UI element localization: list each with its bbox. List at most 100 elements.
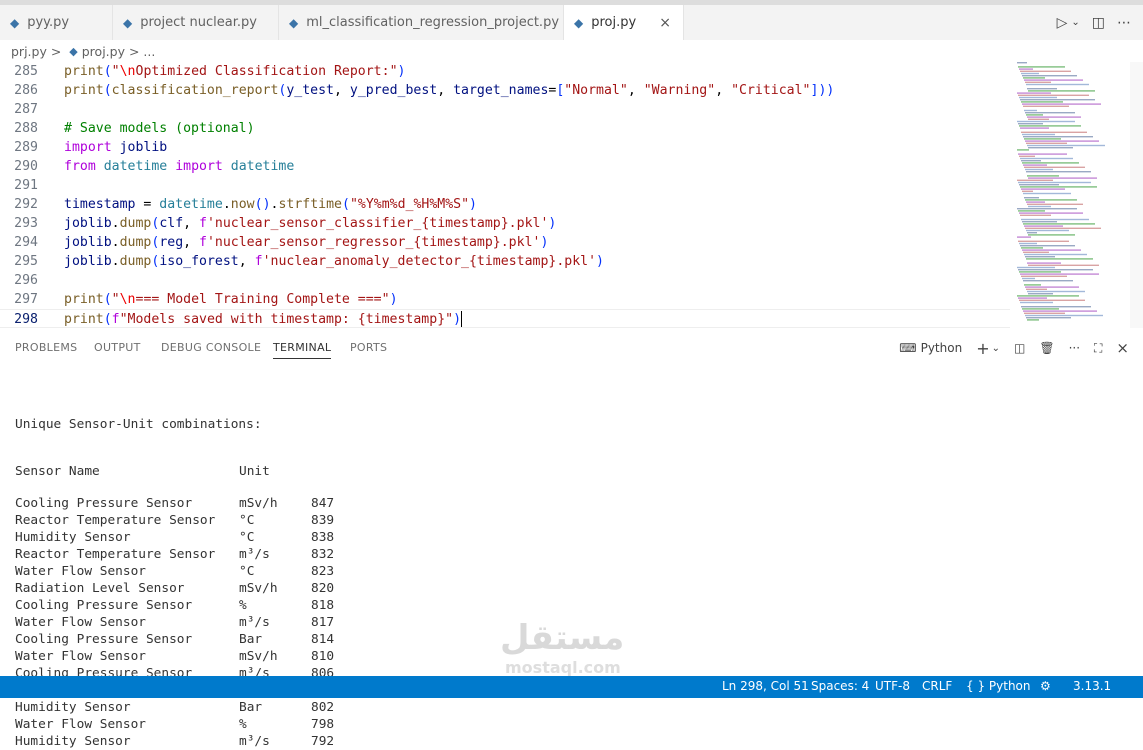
code-line[interactable]: 295 joblib.dump(iso_forest, f'nuclear_ano… (0, 252, 1010, 271)
code-line[interactable]: 293 joblib.dump(clf, f'nuclear_sensor_cla… (0, 214, 1010, 233)
line-number: 291 (14, 178, 38, 193)
minimap[interactable] (1015, 62, 1128, 328)
chevron-down-icon[interactable]: ⌄ (1071, 17, 1079, 28)
minimap-line (1019, 242, 1037, 245)
more-actions-icon[interactable]: ⋯ (1117, 15, 1131, 31)
minimap-line (1024, 312, 1065, 314)
code-line[interactable]: 292 timestamp = datetime.now().strftime("… (0, 195, 1010, 214)
code-line[interactable]: 289 import joblib (0, 138, 1010, 157)
code-line[interactable]: 291 (0, 176, 1010, 195)
terminal-row: Cooling Pressure Sensor mSv/h 847 (15, 495, 334, 512)
code-line[interactable]: 286 print(classification_report(y_test, y… (0, 81, 1010, 100)
close-panel-icon[interactable]: × (1116, 339, 1129, 357)
minimap-line (1024, 225, 1063, 227)
minimap-line (1017, 208, 1077, 210)
python-version[interactable]: 3.13.1 (1073, 679, 1111, 693)
minimap-line (1027, 319, 1039, 321)
sensor-unit: % (239, 598, 247, 613)
minimap-line (1018, 94, 1089, 96)
minimap-line (1023, 310, 1097, 312)
tab-terminal[interactable]: TERMINAL (273, 341, 332, 359)
run-icon[interactable]: ▷ (1057, 15, 1068, 31)
terminal-row: Humidity Sensor °C 838 (15, 529, 334, 546)
minimap-line (1028, 234, 1075, 236)
line-number: 292 (14, 197, 38, 212)
minimap-line (1027, 290, 1085, 293)
breadcrumb-file[interactable]: proj.py (82, 44, 125, 59)
sensor-count: 798 (311, 717, 335, 732)
trash-icon[interactable]: 🗑 (1039, 341, 1054, 355)
terminal-row: Cooling Pressure Sensor Bar 814 (15, 631, 334, 648)
more-actions-icon[interactable]: ··· (1069, 341, 1080, 355)
code-line[interactable]: 285 print("\nOptimized Classification Rep… (0, 62, 1010, 81)
code-line[interactable]: 294 joblib.dump(reg, f'nuclear_sensor_reg… (0, 233, 1010, 252)
minimap-line (1024, 79, 1083, 81)
tab-debug-console[interactable]: DEBUG CONSOLE (161, 341, 261, 354)
minimap-line (1028, 264, 1099, 266)
sensor-unit: Bar (239, 700, 263, 715)
sensor-unit: m³/s (239, 615, 270, 630)
minimap-line (1021, 218, 1089, 221)
code-editor[interactable]: 285 print("\nOptimized Classification Rep… (0, 62, 1010, 328)
line-ending[interactable]: CRLF (922, 679, 952, 693)
indentation[interactable]: Spaces: 4 (811, 679, 869, 693)
code-line[interactable]: 297 print("\n=== Model Training Complete … (0, 290, 1010, 309)
sensor-unit: m³/s (239, 547, 270, 562)
code-line[interactable]: 287 (0, 100, 1010, 119)
language-mode[interactable]: { } Python (966, 679, 1031, 693)
terminal-icon: ⌨ (899, 341, 917, 355)
split-terminal-icon[interactable]: ◫ (1014, 341, 1025, 355)
minimap-line (1018, 66, 1065, 68)
tab-ports[interactable]: PORTS (350, 341, 387, 354)
encoding[interactable]: UTF-8 (875, 679, 910, 693)
minimap-line (1023, 136, 1093, 138)
minimap-line (1026, 317, 1071, 319)
chevron-down-icon[interactable]: ⌄ (992, 343, 1000, 354)
sensor-count: 814 (311, 632, 335, 647)
breadcrumb: prj.py > ◆ proj.py > ... (0, 40, 1143, 62)
breadcrumb-symbols[interactable]: ... (143, 44, 155, 59)
sensor-count: 847 (311, 496, 335, 511)
minimap-line (1021, 188, 1065, 190)
minimap-line (1020, 245, 1075, 247)
minimap-line (1022, 221, 1057, 223)
breadcrumb-folder[interactable]: prj.py (11, 44, 47, 59)
terminal-row: Water Flow Sensor m³/s 817 (15, 614, 334, 631)
code-line[interactable]: 296 (0, 271, 1010, 290)
tab-proj[interactable]: ◆ proj.py × (564, 5, 684, 40)
code-text: timestamp = datetime.now().strftime("%Y%… (64, 197, 477, 212)
code-line[interactable]: 288 # Save models (optional) (0, 119, 1010, 138)
terminal-row: Radiation Level Sensor mSv/h 820 (15, 580, 334, 597)
tab-project-nuclear[interactable]: ◆ project nuclear.py (113, 5, 279, 40)
minimap-line (1021, 160, 1041, 162)
terminal-heading: Unique Sensor-Unit combinations: (15, 417, 262, 432)
terminal-scrollbar[interactable] (1129, 370, 1141, 670)
breadcrumb-separator: > (124, 43, 144, 59)
terminal-shell-label[interactable]: Python (921, 341, 963, 355)
minimap-line (1019, 212, 1083, 214)
tab-output[interactable]: OUTPUT (94, 341, 141, 354)
tab-problems[interactable]: PROBLEMS (15, 341, 77, 354)
new-terminal-button[interactable]: + (976, 339, 989, 358)
close-tab-icon[interactable]: × (659, 15, 671, 31)
tab-pyy[interactable]: ◆ pyy.py (0, 5, 113, 40)
python-env-icon[interactable]: ⚙ (1040, 679, 1051, 693)
terminal-row: Water Flow Sensor °C 823 (15, 563, 334, 580)
cursor-position[interactable]: Ln 298, Col 51 (722, 679, 809, 693)
sensor-count: 839 (311, 513, 335, 528)
minimap-line (1020, 186, 1097, 188)
code-line[interactable]: 290 from datetime import datetime (0, 157, 1010, 176)
minimap-line (1026, 171, 1091, 173)
minimap-line (1023, 105, 1069, 107)
code-line[interactable]: 298 print(f"Models saved with timestamp: … (0, 309, 1010, 328)
line-number: 294 (14, 235, 38, 250)
editor-actions: ▷ ⌄ ◫ ⋯ (1057, 5, 1143, 40)
maximize-panel-icon[interactable]: ⛶ (1094, 341, 1102, 356)
minimap-line (1017, 179, 1053, 181)
tab-ml-classification[interactable]: ◆ ml_classification_regression_project.p… (279, 5, 564, 40)
editor-tab-bar: ◆ pyy.py ◆ project nuclear.py ◆ ml_class… (0, 5, 1143, 40)
editor-scrollbar[interactable] (1130, 62, 1143, 328)
minimap-line (1021, 306, 1091, 308)
split-editor-icon[interactable]: ◫ (1092, 15, 1105, 31)
minimap-line (1018, 153, 1067, 155)
